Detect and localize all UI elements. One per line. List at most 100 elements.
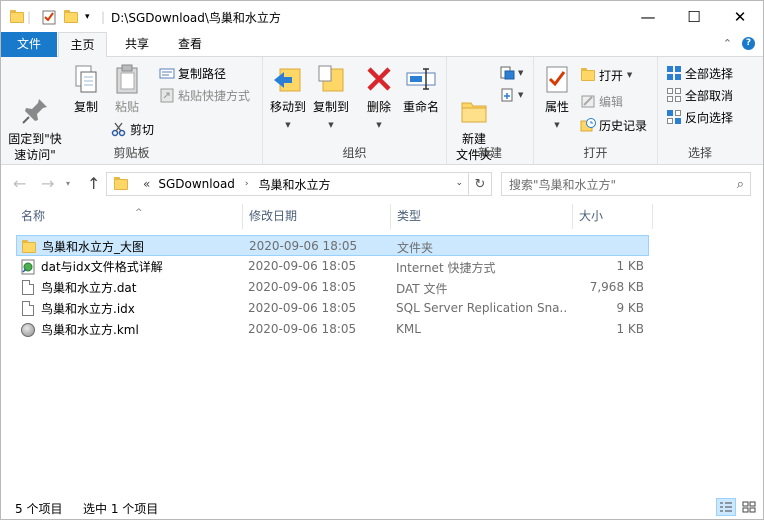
file-size: 7,968 KB bbox=[589, 280, 644, 294]
group-label-select: 选择 bbox=[687, 146, 712, 160]
collapse-ribbon-chevron-up-icon[interactable]: ⌃ bbox=[723, 37, 732, 50]
history-button[interactable]: 历史记录 bbox=[580, 115, 647, 135]
file-name: dat与idx文件格式详解 bbox=[41, 260, 163, 274]
new-item-chevron-down-icon: ▼ bbox=[518, 69, 524, 77]
table-row[interactable]: 鸟巢和水立方.dat 2020-09-06 18:05 DAT 文件 7,968… bbox=[16, 277, 649, 298]
copy-path-button[interactable]: 复制路径 bbox=[159, 63, 226, 83]
maximize-button[interactable]: ☐ bbox=[671, 1, 717, 32]
move-to-button[interactable]: 移动到 ▼ bbox=[267, 61, 309, 133]
item-count: 5 个项目 bbox=[15, 502, 63, 516]
edit-button[interactable]: 编辑 bbox=[580, 91, 623, 111]
tab-view[interactable]: 查看 bbox=[167, 32, 213, 57]
file-date: 2020-09-06 18:05 bbox=[249, 239, 358, 253]
file-size: 9 KB bbox=[616, 301, 644, 315]
column-header-name-label: 名称 bbox=[21, 209, 46, 223]
invert-selection-label: 反向选择 bbox=[685, 110, 734, 125]
file-date: 2020-09-06 18:05 bbox=[248, 301, 357, 315]
address-history-chevron-down-icon[interactable]: ⌄ bbox=[455, 178, 463, 188]
column-header-size[interactable]: 大小 bbox=[573, 204, 653, 229]
invert-selection-button[interactable]: 反向选择 bbox=[666, 107, 733, 127]
open-button[interactable]: 打开 ▼ bbox=[580, 65, 632, 85]
paste-shortcut-button[interactable]: 粘贴快捷方式 bbox=[159, 85, 250, 105]
breadcrumb-current-folder[interactable]: 鸟巢和水立方 bbox=[259, 176, 331, 193]
up-arrow-icon[interactable]: ↑ bbox=[87, 174, 100, 193]
file-size: 1 KB bbox=[616, 259, 644, 273]
group-select: 全部选择 全部取消 反向选择 选择 bbox=[658, 57, 742, 165]
copy-path-icon bbox=[159, 65, 175, 81]
new-folder-qa-icon[interactable] bbox=[63, 8, 79, 26]
edit-label: 编辑 bbox=[599, 94, 624, 109]
file-name: 鸟巢和水立方.idx bbox=[41, 302, 135, 316]
paste-button[interactable]: 粘贴 bbox=[107, 61, 147, 115]
minimize-button[interactable]: — bbox=[625, 1, 671, 32]
column-header-type[interactable]: 类型 bbox=[391, 204, 573, 229]
open-label: 打开 bbox=[599, 68, 624, 83]
group-open: 属性 ▼ 打开 ▼ 编辑 历史记录 打开 bbox=[534, 57, 658, 165]
title-separator-2: | bbox=[101, 10, 106, 24]
column-header-date[interactable]: 修改日期 bbox=[243, 204, 391, 229]
cut-button[interactable]: 剪切 bbox=[111, 119, 154, 139]
file-size: 1 KB bbox=[616, 322, 644, 336]
table-row[interactable]: 鸟巢和水立方_大图 2020-09-06 18:05 文件夹 bbox=[16, 235, 649, 256]
refresh-icon[interactable]: ↻ bbox=[469, 172, 492, 196]
table-row[interactable]: 鸟巢和水立方.kml 2020-09-06 18:05 KML 1 KB bbox=[16, 319, 649, 340]
cut-label: 剪切 bbox=[130, 122, 155, 137]
table-row[interactable]: dat与idx文件格式详解 2020-09-06 18:05 Internet … bbox=[16, 256, 649, 277]
file-name: 鸟巢和水立方.kml bbox=[41, 323, 139, 337]
copy-button[interactable]: 复制 bbox=[67, 61, 105, 115]
status-bar: 5 个项目 选中 1 个项目 bbox=[1, 494, 763, 519]
customize-qa-chevron-down-icon[interactable]: ▾ bbox=[85, 8, 90, 26]
address-bar[interactable]: « SGDownload › 鸟巢和水立方 ⌄ bbox=[106, 172, 469, 196]
copy-to-folder-icon bbox=[315, 63, 347, 95]
tab-home[interactable]: 主页 bbox=[58, 32, 107, 58]
details-view-icon[interactable] bbox=[716, 498, 736, 516]
properties-check-icon bbox=[541, 63, 573, 95]
forward-arrow-icon[interactable]: → bbox=[41, 174, 54, 193]
table-row[interactable]: 鸟巢和水立方.idx 2020-09-06 18:05 SQL Server R… bbox=[16, 298, 649, 319]
delete-button[interactable]: 删除 ▼ bbox=[361, 61, 397, 133]
move-to-folder-icon bbox=[272, 63, 304, 95]
address-overflow[interactable]: « bbox=[143, 177, 150, 191]
paste-shortcut-label: 粘贴快捷方式 bbox=[178, 88, 251, 103]
window-folder-icon bbox=[9, 8, 25, 26]
rename-button[interactable]: 重命名 bbox=[399, 61, 443, 115]
paste-label: 粘贴 bbox=[114, 100, 139, 114]
search-input[interactable]: 搜索"鸟巢和水立方" bbox=[509, 176, 616, 193]
group-clipboard: 固定到"快 速访问" 复制 粘贴 复制路径 粘贴快捷方式 剪切 剪贴板 bbox=[1, 57, 263, 165]
new-item-button[interactable]: ▼ bbox=[499, 63, 523, 83]
search-box[interactable]: 搜索"鸟巢和水立方" ⌕ bbox=[501, 172, 751, 196]
ribbon-tabs: 文件 主页 共享 查看 ⌃ ? bbox=[1, 32, 763, 58]
delete-chevron-down-icon: ▼ bbox=[376, 121, 382, 129]
file-icon bbox=[20, 279, 36, 296]
breadcrumb-sgdownload[interactable]: SGDownload bbox=[158, 177, 235, 191]
delete-label: 删除 bbox=[366, 100, 391, 114]
tab-file[interactable]: 文件 bbox=[1, 32, 57, 57]
tab-share[interactable]: 共享 bbox=[114, 32, 160, 57]
copy-to-button[interactable]: 复制到 ▼ bbox=[309, 61, 353, 133]
delete-x-icon bbox=[363, 63, 395, 95]
file-date: 2020-09-06 18:05 bbox=[248, 259, 357, 273]
back-arrow-icon[interactable]: ← bbox=[13, 174, 26, 193]
group-label-new: 新建 bbox=[477, 146, 502, 160]
recent-locations-chevron-down-icon[interactable]: ▾ bbox=[66, 179, 70, 188]
breadcrumb-separator-icon[interactable]: › bbox=[245, 179, 249, 189]
easy-access-icon bbox=[499, 87, 515, 103]
easy-access-chevron-down-icon: ▼ bbox=[518, 91, 524, 99]
open-chevron-down-icon: ▼ bbox=[626, 71, 633, 79]
select-none-button[interactable]: 全部取消 bbox=[666, 85, 733, 105]
ribbon-body: 固定到"快 速访问" 复制 粘贴 复制路径 粘贴快捷方式 剪切 剪贴板 移动到 … bbox=[1, 57, 763, 165]
large-icons-view-icon[interactable] bbox=[739, 498, 759, 516]
help-icon[interactable]: ? bbox=[742, 37, 755, 50]
open-folder-icon bbox=[580, 67, 596, 83]
easy-access-button[interactable]: ▼ bbox=[499, 85, 523, 105]
properties-button[interactable]: 属性 ▼ bbox=[538, 61, 576, 133]
window-title: D:\SGDownload\鸟巢和水立方 bbox=[111, 11, 281, 25]
rename-icon bbox=[405, 63, 437, 95]
close-button[interactable]: ✕ bbox=[717, 1, 763, 32]
column-header-name[interactable]: ^ 名称 bbox=[15, 204, 243, 229]
select-all-button[interactable]: 全部选择 bbox=[666, 63, 733, 83]
file-type: Internet 快捷方式 bbox=[396, 261, 496, 275]
properties-qa-icon[interactable] bbox=[41, 8, 57, 26]
group-label-clipboard: 剪贴板 bbox=[113, 146, 150, 160]
kml-globe-icon bbox=[20, 322, 36, 338]
